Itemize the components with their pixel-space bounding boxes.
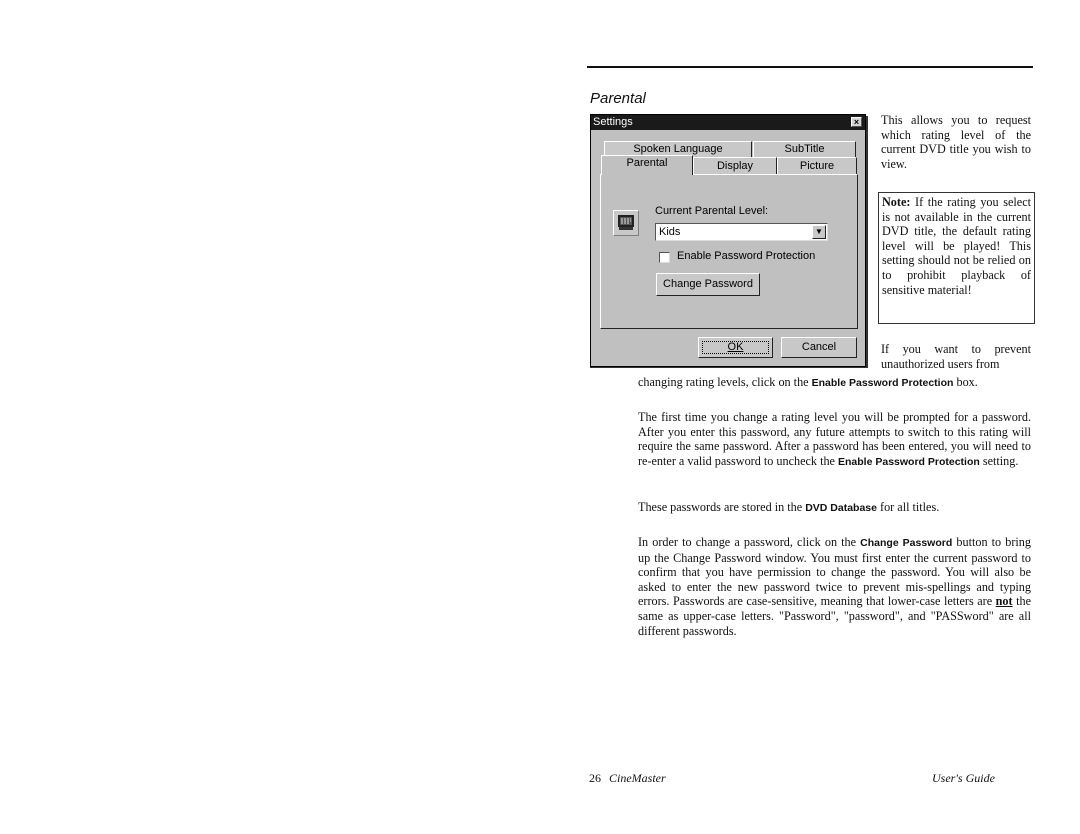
cancel-label: Cancel xyxy=(801,341,837,353)
close-button[interactable]: × xyxy=(851,117,862,127)
dialog-title-bar: Settings × xyxy=(591,115,865,130)
cancel-button[interactable]: Cancel xyxy=(781,337,857,358)
monitor-icon xyxy=(613,210,639,236)
ui-term: Enable Password Protection xyxy=(838,455,980,468)
enable-password-protection-checkbox[interactable] xyxy=(659,252,670,263)
text-run: In order to change a password, click on … xyxy=(638,535,861,549)
chevron-down-icon: ▼ xyxy=(815,227,823,236)
parental-level-select[interactable]: Kids ▼ xyxy=(655,223,828,241)
note-body: If the rating you select is not availabl… xyxy=(882,195,1031,297)
text-run: for all titles. xyxy=(876,500,940,514)
close-icon: × xyxy=(853,117,860,127)
header-rule xyxy=(587,66,1033,68)
enable-password-protection-label[interactable]: Enable Password Protection xyxy=(677,250,815,262)
dialog-title: Settings xyxy=(593,116,633,128)
ui-term: Enable Password Protection xyxy=(811,377,954,389)
book-title: CineMaster xyxy=(609,771,666,785)
section-title: Parental xyxy=(590,90,646,107)
click-paragraph: changing rating levels, click on the Ena… xyxy=(638,375,1038,391)
tab-parental[interactable]: Parental xyxy=(601,155,693,175)
prevent-line-2: unauthorized users from xyxy=(881,357,1000,371)
change-password-paragraph: In order to change a password, click on … xyxy=(638,535,1031,638)
parental-level-value: Kids xyxy=(659,226,681,238)
text-run: setting. xyxy=(979,453,1019,468)
note-label: Note: xyxy=(882,195,911,209)
text-run: box. xyxy=(953,375,978,389)
ui-term: Change Password xyxy=(860,537,953,549)
focus-rect xyxy=(702,341,769,354)
text-run: These passwords are stored in the xyxy=(638,500,806,514)
ui-term: DVD Database xyxy=(805,502,877,514)
tab-subtitle[interactable]: SubTitle xyxy=(753,141,856,158)
parental-level-label: Current Parental Level: xyxy=(655,205,769,217)
text-run: changing rating levels, click on the xyxy=(638,375,812,389)
dropdown-button[interactable]: ▼ xyxy=(812,225,826,239)
first-time-paragraph: The first time you change a rating level… xyxy=(638,410,1031,469)
footer-guide: User's Guide xyxy=(932,771,995,785)
intro-paragraph: This allows you to request which rating … xyxy=(881,113,1031,171)
dialog-shadow xyxy=(866,116,868,368)
settings-dialog: Settings × Spoken Language SubTitle Pare… xyxy=(590,114,866,367)
ok-button[interactable]: OK xyxy=(698,337,773,358)
tab-display[interactable]: Display xyxy=(693,157,777,175)
footer-left: 26 CineMaster xyxy=(589,771,666,786)
stored-paragraph: These passwords are stored in the DVD Da… xyxy=(638,500,1031,516)
change-password-button[interactable]: Change Password xyxy=(656,273,760,296)
note-box: Note: If the rating you select is not av… xyxy=(878,192,1035,324)
page-number: 26 xyxy=(589,771,601,785)
prevent-line-1: If you want to prevent xyxy=(881,342,1031,356)
emphasis: not xyxy=(995,594,1013,609)
tab-picture[interactable]: Picture xyxy=(777,157,857,175)
